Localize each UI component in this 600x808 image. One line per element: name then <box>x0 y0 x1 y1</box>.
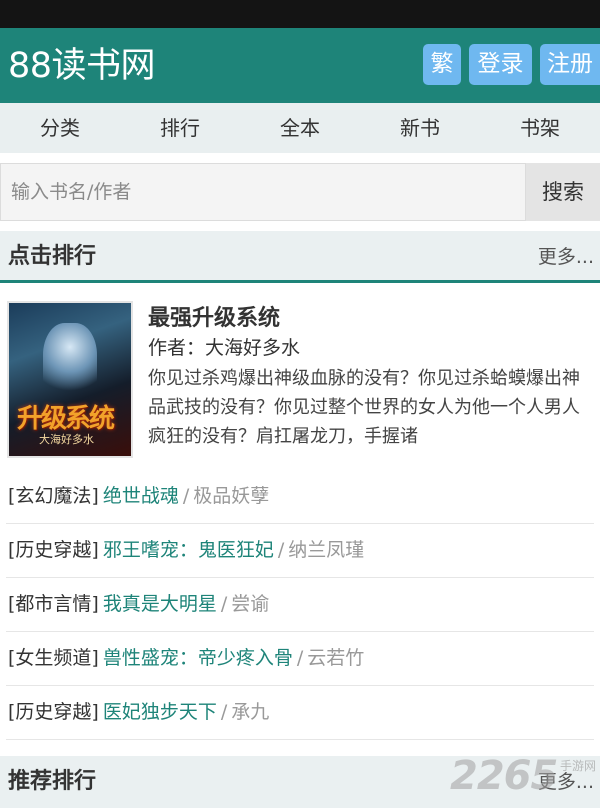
featured-book-author: 作者：大海好多水 <box>148 337 301 359</box>
separator: / <box>220 593 228 615</box>
book-title-link[interactable]: 医妃独步天下 <box>103 701 217 723</box>
book-category: [玄幻魔法] <box>8 485 99 507</box>
search-button[interactable]: 搜索 <box>526 163 600 221</box>
book-category: [历史穿越] <box>8 701 99 723</box>
search-bar: 搜索 <box>0 163 600 221</box>
register-button[interactable]: 注册 <box>540 44 600 85</box>
watermark-subtext: 手游网 <box>560 759 597 773</box>
watermark-logo: 2265 <box>450 753 558 799</box>
click-rank-header: 点击排行 更多... <box>0 231 600 283</box>
site-header: 88读书网 繁 登录 注册 <box>0 28 600 103</box>
featured-book-title[interactable]: 最强升级系统 <box>148 301 280 337</box>
featured-book-description: 你见过杀鸡爆出神级血脉的没有？你见过杀蛤蟆爆出神品武技的没有？你见过整个世界的女… <box>148 368 580 447</box>
main-nav: 分类 排行 全本 新书 书架 <box>0 103 600 153</box>
cover-art-figure <box>43 323 97 403</box>
book-category: [历史穿越] <box>8 539 99 561</box>
list-item: [历史穿越] 医妃独步天下 / 承九 <box>6 686 594 740</box>
traditional-chinese-button[interactable]: 繁 <box>423 44 461 85</box>
separator: / <box>220 701 228 723</box>
book-title-link[interactable]: 我真是大明星 <box>103 593 217 615</box>
book-author: 极品妖孽 <box>193 485 270 507</box>
list-item: [玄幻魔法] 绝世战魂 / 极品妖孽 <box>6 470 594 524</box>
featured-book: 升级系统 大海好多水 最强升级系统 作者：大海好多水 你见过杀鸡爆出神级血脉的没… <box>0 298 600 462</box>
section-title: 点击排行 <box>8 244 97 269</box>
nav-item-ranking[interactable]: 排行 <box>120 103 240 153</box>
section-title: 推荐排行 <box>8 769 97 794</box>
book-author: 纳兰凤瑾 <box>288 539 365 561</box>
book-category: [都市言情] <box>8 593 99 615</box>
book-cover[interactable]: 升级系统 大海好多水 <box>7 301 133 458</box>
click-rank-list: [玄幻魔法] 绝世战魂 / 极品妖孽 [历史穿越] 邪王嗜宠：鬼医狂妃 / 纳兰凤瑾 [都市… <box>0 470 600 740</box>
book-title-link[interactable]: 兽性盛宠：帝少疼入骨 <box>103 647 293 669</box>
book-author: 尝谕 <box>231 593 270 615</box>
nav-item-bookshelf[interactable]: 书架 <box>480 103 600 153</box>
separator: / <box>277 539 285 561</box>
book-author: 承九 <box>231 701 270 723</box>
status-bar <box>0 0 600 28</box>
book-category: [女生频道] <box>8 647 99 669</box>
more-link[interactable]: 更多... <box>538 231 594 283</box>
site-logo[interactable]: 88读书网 <box>8 44 156 88</box>
book-title-link[interactable]: 邪王嗜宠：鬼医狂妃 <box>103 539 274 561</box>
search-input[interactable] <box>1 164 525 220</box>
nav-item-completed[interactable]: 全本 <box>240 103 360 153</box>
separator: / <box>296 647 304 669</box>
separator: / <box>182 485 190 507</box>
nav-item-new-books[interactable]: 新书 <box>360 103 480 153</box>
cover-art-author: 大海好多水 <box>39 433 94 446</box>
list-item: [女生频道] 兽性盛宠：帝少疼入骨 / 云若竹 <box>6 632 594 686</box>
list-item: [都市言情] 我真是大明星 / 尝谕 <box>6 578 594 632</box>
book-title-link[interactable]: 绝世战魂 <box>103 485 179 507</box>
nav-item-category[interactable]: 分类 <box>0 103 120 153</box>
list-item: [历史穿越] 邪王嗜宠：鬼医狂妃 / 纳兰凤瑾 <box>6 524 594 578</box>
cover-art-title: 升级系统 <box>17 404 115 434</box>
book-author: 云若竹 <box>307 647 365 669</box>
search-input-wrapper <box>0 163 526 221</box>
login-button[interactable]: 登录 <box>469 44 532 85</box>
